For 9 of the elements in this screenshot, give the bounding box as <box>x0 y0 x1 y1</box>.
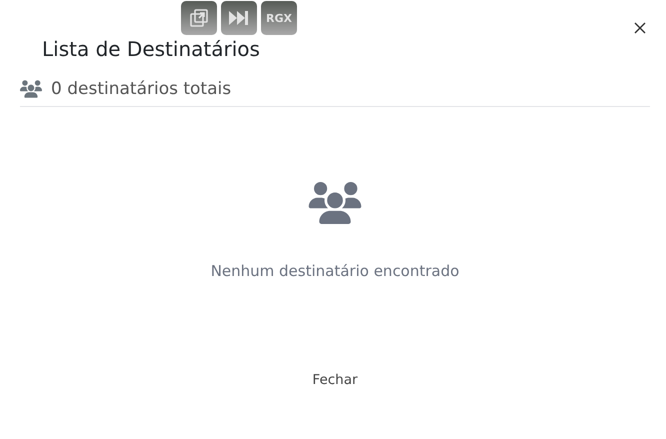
users-icon <box>20 80 42 98</box>
dialog-title: Lista de Destinatários <box>42 36 260 62</box>
popout-icon <box>190 9 208 27</box>
skip-button[interactable] <box>221 1 257 35</box>
skip-forward-icon <box>229 11 249 25</box>
empty-message: Nenhum destinatário encontrado <box>210 262 460 280</box>
popout-button[interactable] <box>181 1 217 35</box>
recipient-count: 0 destinatários totais <box>51 79 232 99</box>
close-button[interactable]: Fechar <box>302 368 368 392</box>
